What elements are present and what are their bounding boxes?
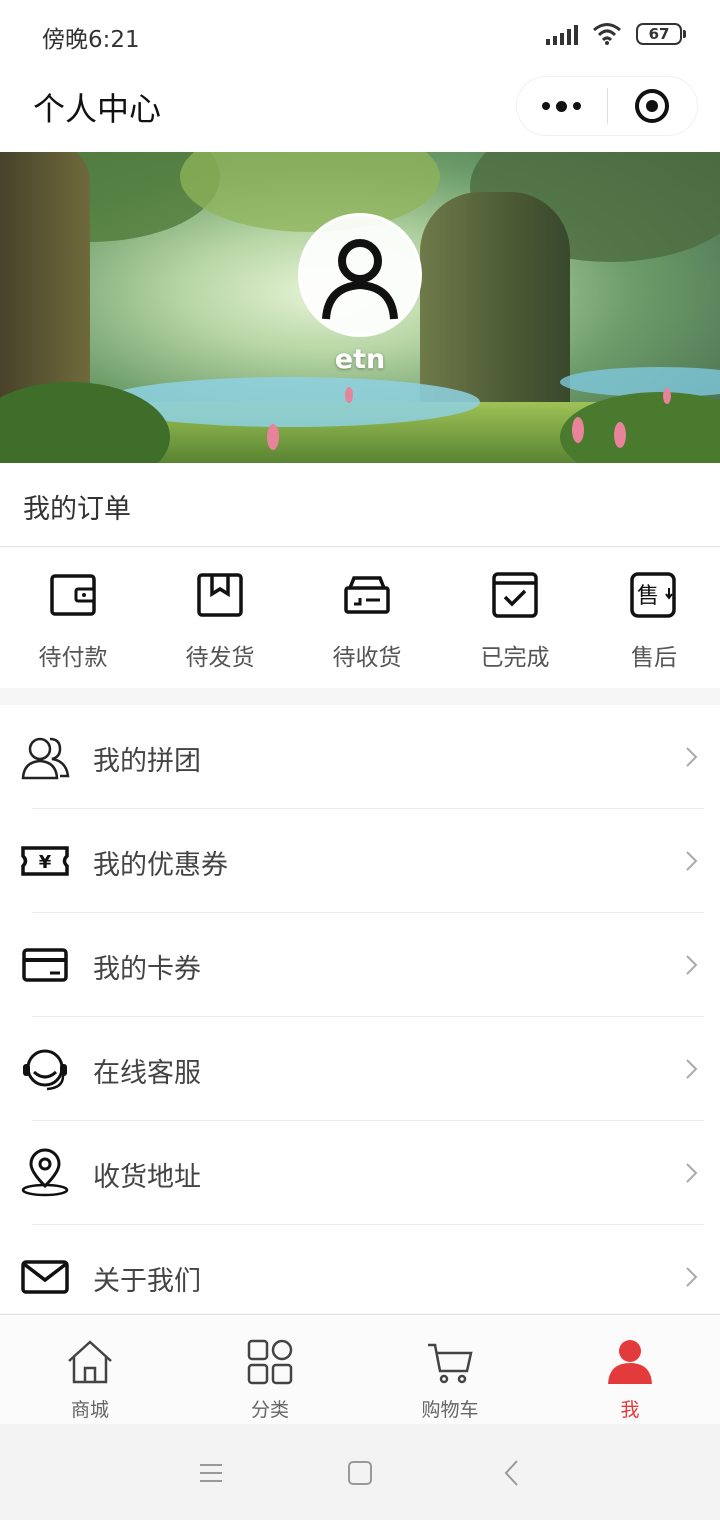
orders-header[interactable]: 我的订单 xyxy=(0,463,720,547)
tab-home[interactable]: 商城 xyxy=(0,1315,180,1425)
home-icon xyxy=(68,1340,112,1384)
calendar-check-icon xyxy=(492,572,538,618)
status-indicators: 67 xyxy=(546,22,686,46)
mail-icon xyxy=(21,1260,69,1294)
avatar[interactable] xyxy=(298,213,422,337)
close-mini-program-button[interactable] xyxy=(608,76,698,136)
system-navigation-bar xyxy=(0,1424,720,1520)
chevron-right-icon xyxy=(686,955,698,975)
menu-item-group-buy[interactable]: 我的拼团 xyxy=(0,705,720,809)
mini-program-capsule xyxy=(516,76,698,136)
tab-category[interactable]: 分类 xyxy=(180,1315,360,1425)
menu-item-address[interactable]: 收货地址 xyxy=(0,1121,720,1225)
menu-label: 在线客服 xyxy=(93,1058,201,1089)
status-time: 傍晚6:21 xyxy=(42,27,140,53)
card-icon xyxy=(22,948,68,982)
order-completed[interactable]: 已完成 xyxy=(450,570,580,672)
order-after-sale[interactable]: 售 售后 xyxy=(589,570,719,672)
svg-text:售: 售 xyxy=(637,584,659,609)
location-pin-icon xyxy=(21,1148,69,1197)
signal-icon xyxy=(546,23,578,45)
menu-list: 我的拼团 ¥ 我的优惠券 我的卡券 在线客服 收货地址 关于我们 xyxy=(0,705,720,1313)
chevron-right-icon xyxy=(686,1059,698,1079)
back-icon[interactable] xyxy=(497,1458,527,1488)
orders-title: 我的订单 xyxy=(23,494,131,525)
order-label: 待发货 xyxy=(185,645,255,671)
tab-label: 我 xyxy=(620,1399,640,1421)
chevron-right-icon xyxy=(686,1267,698,1287)
tab-me[interactable]: 我 xyxy=(540,1315,720,1425)
target-icon xyxy=(635,89,670,123)
home-square-icon[interactable] xyxy=(345,1458,375,1488)
svg-text:¥: ¥ xyxy=(39,852,52,873)
order-label: 已完成 xyxy=(480,645,550,671)
menu-label: 我的优惠券 xyxy=(93,850,228,881)
menu-item-coupons[interactable]: ¥ 我的优惠券 xyxy=(0,809,720,913)
menu-label: 收货地址 xyxy=(93,1162,201,1193)
cart-icon xyxy=(428,1343,473,1384)
tab-bar: 商城 分类 购物车 我 xyxy=(0,1314,720,1424)
status-bar: 傍晚6:21 67 xyxy=(0,0,720,68)
order-pending-shipment[interactable]: 待发货 xyxy=(155,570,285,672)
chevron-right-icon xyxy=(686,851,698,871)
headset-icon xyxy=(23,1049,67,1091)
wifi-icon xyxy=(593,23,621,45)
menu-icon[interactable] xyxy=(196,1458,226,1488)
tab-cart[interactable]: 购物车 xyxy=(360,1315,540,1425)
order-label: 待收货 xyxy=(332,645,402,671)
category-icon xyxy=(247,1339,293,1385)
menu-label: 我的拼团 xyxy=(93,746,201,777)
order-label: 售后 xyxy=(631,645,677,671)
chevron-right-icon xyxy=(686,1163,698,1183)
username: etn xyxy=(334,344,386,375)
tab-label: 分类 xyxy=(250,1399,289,1421)
order-pending-receipt[interactable]: 待收货 xyxy=(302,570,432,672)
menu-item-cards[interactable]: 我的卡券 xyxy=(0,913,720,1017)
after-sale-icon: 售 xyxy=(630,572,676,618)
orders-status-row: 待付款 待发货 待收货 已完成 售 售后 xyxy=(0,548,720,688)
user-icon xyxy=(608,1340,652,1384)
wallet-icon xyxy=(50,574,96,616)
order-label: 待付款 xyxy=(38,645,108,671)
menu-label: 关于我们 xyxy=(93,1266,201,1297)
user-silhouette-icon xyxy=(322,239,398,320)
page-title: 个人中心 xyxy=(33,90,162,128)
menu-item-customer-service[interactable]: 在线客服 xyxy=(0,1017,720,1121)
tab-label: 商城 xyxy=(70,1399,109,1421)
package-icon xyxy=(197,573,243,617)
coupon-yen-icon: ¥ xyxy=(21,846,69,876)
tab-label: 购物车 xyxy=(421,1399,479,1421)
order-pending-payment[interactable]: 待付款 xyxy=(8,570,138,672)
group-users-icon xyxy=(21,737,70,780)
menu-label: 我的卡券 xyxy=(93,954,201,985)
battery-indicator: 67 xyxy=(636,23,686,45)
nav-bar: 个人中心 xyxy=(0,68,720,152)
delivery-box-icon xyxy=(344,576,390,614)
more-options-button[interactable] xyxy=(517,76,607,136)
chevron-right-icon xyxy=(686,747,698,767)
